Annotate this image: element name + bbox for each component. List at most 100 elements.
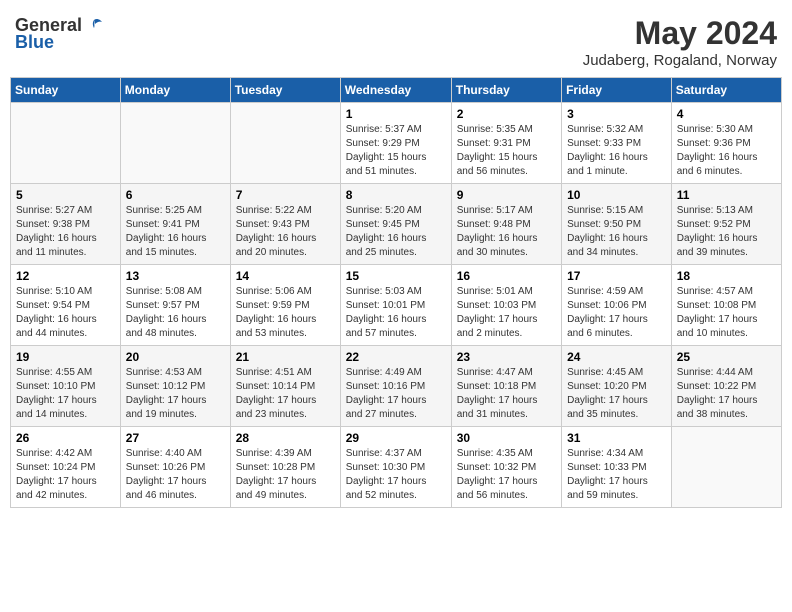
calendar-cell: 8 Sunrise: 5:20 AM Sunset: 9:45 PM Daylig… bbox=[340, 184, 451, 265]
day-number: 10 bbox=[567, 188, 666, 202]
day-info: Sunrise: 5:15 AM Sunset: 9:50 PM Dayligh… bbox=[567, 204, 666, 260]
title-area: May 2024 Judaberg, Rogaland, Norway bbox=[583, 15, 777, 69]
calendar-header-row: SundayMondayTuesdayWednesdayThursdayFrid… bbox=[11, 78, 782, 103]
day-number: 25 bbox=[677, 350, 776, 364]
calendar-table: SundayMondayTuesdayWednesdayThursdayFrid… bbox=[10, 77, 782, 508]
day-info: Sunrise: 4:37 AM Sunset: 10:30 PM Daylig… bbox=[346, 447, 446, 503]
day-number: 6 bbox=[126, 188, 225, 202]
day-number: 1 bbox=[346, 107, 446, 121]
calendar-cell: 20 Sunrise: 4:53 AM Sunset: 10:12 PM Dayl… bbox=[120, 346, 230, 427]
calendar-cell: 15 Sunrise: 5:03 AM Sunset: 10:01 PM Dayl… bbox=[340, 265, 451, 346]
day-number: 2 bbox=[457, 107, 556, 121]
day-number: 28 bbox=[236, 431, 335, 445]
day-info: Sunrise: 4:53 AM Sunset: 10:12 PM Daylig… bbox=[126, 366, 225, 422]
calendar-cell: 5 Sunrise: 5:27 AM Sunset: 9:38 PM Daylig… bbox=[11, 184, 121, 265]
day-number: 7 bbox=[236, 188, 335, 202]
month-title: May 2024 bbox=[583, 15, 777, 52]
calendar-cell: 6Sunrise: 5:25 AM Sunset: 9:41 PM Daylig… bbox=[120, 184, 230, 265]
day-info: Sunrise: 5:20 AM Sunset: 9:45 PM Dayligh… bbox=[346, 204, 446, 260]
day-info: Sunrise: 5:27 AM Sunset: 9:38 PM Dayligh… bbox=[16, 204, 115, 260]
day-number: 11 bbox=[677, 188, 776, 202]
day-number: 21 bbox=[236, 350, 335, 364]
day-number: 8 bbox=[346, 188, 446, 202]
calendar-cell: 11 Sunrise: 5:13 AM Sunset: 9:52 PM Dayli… bbox=[671, 184, 781, 265]
calendar-cell: 19 Sunrise: 4:55 AM Sunset: 10:10 PM Dayl… bbox=[11, 346, 121, 427]
day-info: Sunrise: 4:55 AM Sunset: 10:10 PM Daylig… bbox=[16, 366, 115, 422]
day-number: 14 bbox=[236, 269, 335, 283]
day-info: Sunrise: 5:32 AM Sunset: 9:33 PM Dayligh… bbox=[567, 123, 666, 179]
day-number: 13 bbox=[126, 269, 225, 283]
calendar-cell: 21 Sunrise: 4:51 AM Sunset: 10:14 PM Dayl… bbox=[230, 346, 340, 427]
calendar-cell: 22Sunrise: 4:49 AM Sunset: 10:16 PM Dayl… bbox=[340, 346, 451, 427]
day-info: Sunrise: 4:42 AM Sunset: 10:24 PM Daylig… bbox=[16, 447, 115, 503]
calendar-cell: 12 Sunrise: 5:10 AM Sunset: 9:54 PM Dayli… bbox=[11, 265, 121, 346]
column-header-friday: Friday bbox=[562, 78, 672, 103]
column-header-saturday: Saturday bbox=[671, 78, 781, 103]
day-info: Sunrise: 4:57 AM Sunset: 10:08 PM Daylig… bbox=[677, 285, 776, 341]
calendar-cell: 29Sunrise: 4:37 AM Sunset: 10:30 PM Dayl… bbox=[340, 427, 451, 508]
column-header-monday: Monday bbox=[120, 78, 230, 103]
calendar-week-2: 5 Sunrise: 5:27 AM Sunset: 9:38 PM Daylig… bbox=[11, 184, 782, 265]
day-number: 27 bbox=[126, 431, 225, 445]
day-info: Sunrise: 4:45 AM Sunset: 10:20 PM Daylig… bbox=[567, 366, 666, 422]
calendar-cell bbox=[120, 103, 230, 184]
calendar-cell: 25Sunrise: 4:44 AM Sunset: 10:22 PM Dayl… bbox=[671, 346, 781, 427]
day-info: Sunrise: 5:13 AM Sunset: 9:52 PM Dayligh… bbox=[677, 204, 776, 260]
calendar-cell: 18 Sunrise: 4:57 AM Sunset: 10:08 PM Dayl… bbox=[671, 265, 781, 346]
day-info: Sunrise: 4:35 AM Sunset: 10:32 PM Daylig… bbox=[457, 447, 556, 503]
day-number: 12 bbox=[16, 269, 115, 283]
calendar-cell: 3 Sunrise: 5:32 AM Sunset: 9:33 PM Daylig… bbox=[562, 103, 672, 184]
calendar-cell: 10 Sunrise: 5:15 AM Sunset: 9:50 PM Dayli… bbox=[562, 184, 672, 265]
day-info: Sunrise: 4:51 AM Sunset: 10:14 PM Daylig… bbox=[236, 366, 335, 422]
calendar-cell: 28 Sunrise: 4:39 AM Sunset: 10:28 PM Dayl… bbox=[230, 427, 340, 508]
logo-blue-text: Blue bbox=[15, 32, 54, 53]
day-number: 9 bbox=[457, 188, 556, 202]
day-info: Sunrise: 5:01 AM Sunset: 10:03 PM Daylig… bbox=[457, 285, 556, 341]
day-info: Sunrise: 5:37 AM Sunset: 9:29 PM Dayligh… bbox=[346, 123, 446, 179]
day-number: 17 bbox=[567, 269, 666, 283]
day-number: 20 bbox=[126, 350, 225, 364]
day-info: Sunrise: 5:03 AM Sunset: 10:01 PM Daylig… bbox=[346, 285, 446, 341]
day-info: Sunrise: 5:06 AM Sunset: 9:59 PM Dayligh… bbox=[236, 285, 335, 341]
day-number: 24 bbox=[567, 350, 666, 364]
day-number: 18 bbox=[677, 269, 776, 283]
day-number: 5 bbox=[16, 188, 115, 202]
day-number: 30 bbox=[457, 431, 556, 445]
day-number: 16 bbox=[457, 269, 556, 283]
day-number: 22 bbox=[346, 350, 446, 364]
calendar-cell bbox=[11, 103, 121, 184]
column-header-sunday: Sunday bbox=[11, 78, 121, 103]
calendar-cell: 13 Sunrise: 5:08 AM Sunset: 9:57 PM Dayli… bbox=[120, 265, 230, 346]
calendar-cell: 26 Sunrise: 4:42 AM Sunset: 10:24 PM Dayl… bbox=[11, 427, 121, 508]
day-info: Sunrise: 4:39 AM Sunset: 10:28 PM Daylig… bbox=[236, 447, 335, 503]
day-info: Sunrise: 5:30 AM Sunset: 9:36 PM Dayligh… bbox=[677, 123, 776, 179]
calendar-cell: 2Sunrise: 5:35 AM Sunset: 9:31 PM Daylig… bbox=[451, 103, 561, 184]
day-number: 3 bbox=[567, 107, 666, 121]
day-info: Sunrise: 5:10 AM Sunset: 9:54 PM Dayligh… bbox=[16, 285, 115, 341]
calendar-cell: 1 Sunrise: 5:37 AM Sunset: 9:29 PM Daylig… bbox=[340, 103, 451, 184]
calendar-week-1: 1 Sunrise: 5:37 AM Sunset: 9:29 PM Daylig… bbox=[11, 103, 782, 184]
day-info: Sunrise: 4:34 AM Sunset: 10:33 PM Daylig… bbox=[567, 447, 666, 503]
logo-bird-icon bbox=[84, 16, 104, 36]
column-header-thursday: Thursday bbox=[451, 78, 561, 103]
calendar-week-5: 26 Sunrise: 4:42 AM Sunset: 10:24 PM Dayl… bbox=[11, 427, 782, 508]
calendar-week-3: 12 Sunrise: 5:10 AM Sunset: 9:54 PM Dayli… bbox=[11, 265, 782, 346]
calendar-cell: 17Sunrise: 4:59 AM Sunset: 10:06 PM Dayl… bbox=[562, 265, 672, 346]
logo: General Blue bbox=[15, 15, 104, 53]
column-header-wednesday: Wednesday bbox=[340, 78, 451, 103]
page-header: General Blue May 2024 Judaberg, Rogaland… bbox=[10, 10, 782, 69]
calendar-cell: 7 Sunrise: 5:22 AM Sunset: 9:43 PM Daylig… bbox=[230, 184, 340, 265]
calendar-cell: 30 Sunrise: 4:35 AM Sunset: 10:32 PM Dayl… bbox=[451, 427, 561, 508]
column-header-tuesday: Tuesday bbox=[230, 78, 340, 103]
day-number: 31 bbox=[567, 431, 666, 445]
day-number: 26 bbox=[16, 431, 115, 445]
day-info: Sunrise: 5:08 AM Sunset: 9:57 PM Dayligh… bbox=[126, 285, 225, 341]
location-title: Judaberg, Rogaland, Norway bbox=[583, 52, 777, 69]
day-info: Sunrise: 5:22 AM Sunset: 9:43 PM Dayligh… bbox=[236, 204, 335, 260]
calendar-cell: 4Sunrise: 5:30 AM Sunset: 9:36 PM Daylig… bbox=[671, 103, 781, 184]
day-number: 19 bbox=[16, 350, 115, 364]
calendar-cell: 9Sunrise: 5:17 AM Sunset: 9:48 PM Daylig… bbox=[451, 184, 561, 265]
day-number: 15 bbox=[346, 269, 446, 283]
calendar-cell bbox=[230, 103, 340, 184]
calendar-week-4: 19 Sunrise: 4:55 AM Sunset: 10:10 PM Dayl… bbox=[11, 346, 782, 427]
